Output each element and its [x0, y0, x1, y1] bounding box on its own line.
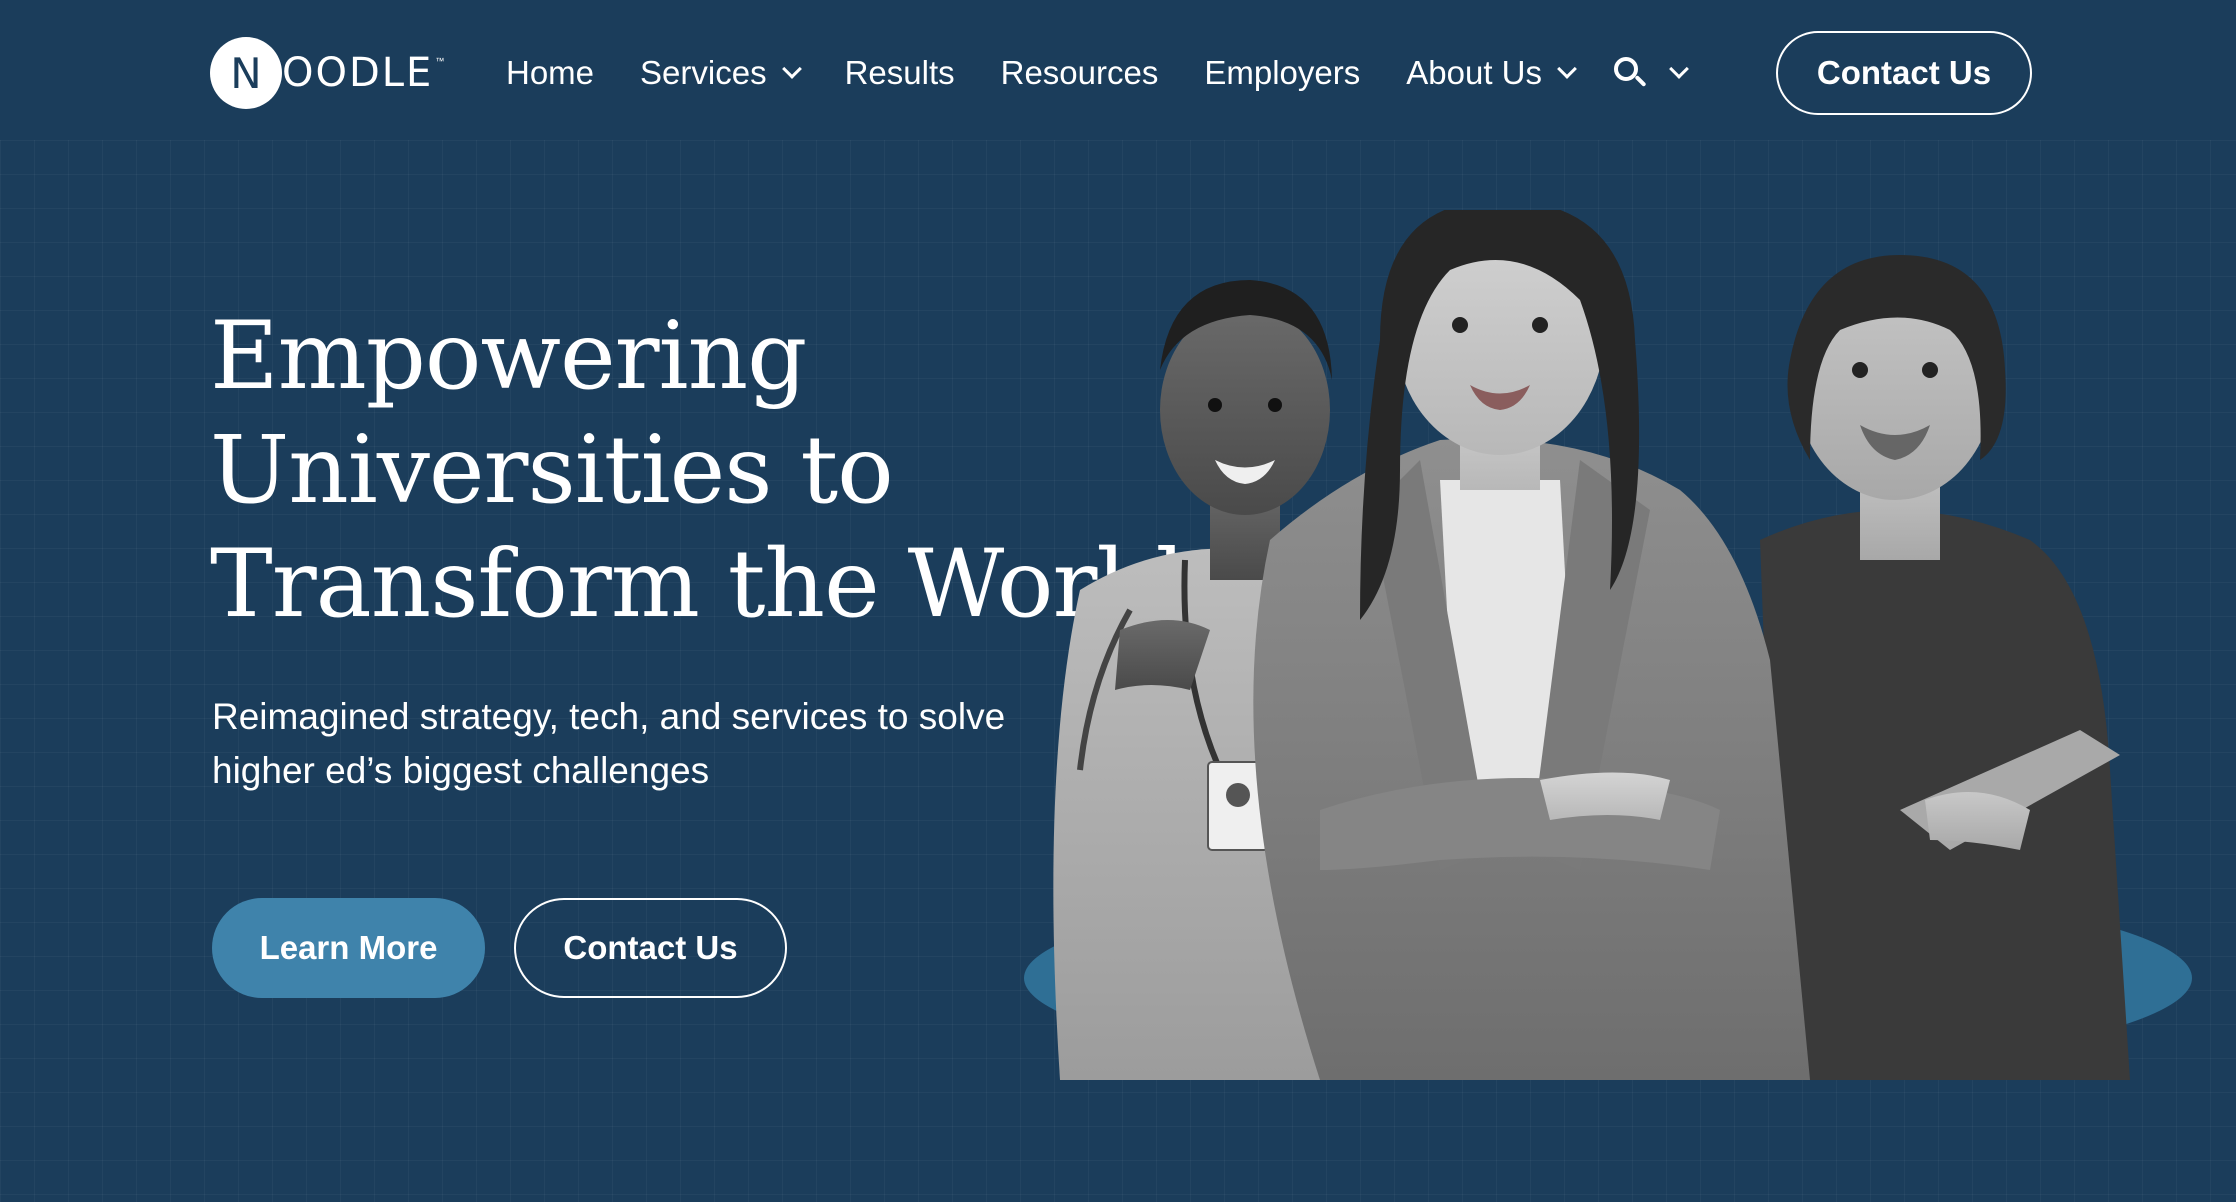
- nav-contact-us-button[interactable]: Contact Us: [1776, 31, 2032, 115]
- nav-item-label: Services: [640, 54, 767, 91]
- learn-more-button[interactable]: Learn More: [212, 898, 485, 998]
- nav-item-label: Resources: [1000, 54, 1159, 91]
- hero-subtitle-line: Reimagined strategy, tech, and services …: [212, 696, 1006, 737]
- chevron-down-icon: [781, 59, 802, 79]
- hero-subtitle-line: higher ed’s biggest challenges: [212, 750, 710, 791]
- chevron-down-icon[interactable]: [1669, 59, 1689, 79]
- logo-trademark: ™: [435, 56, 445, 66]
- search-icon[interactable]: [1612, 55, 1648, 91]
- logo-wordmark: OODLE: [282, 50, 434, 96]
- hero-title-line: Universities to: [210, 416, 894, 525]
- hero-contact-us-button[interactable]: Contact Us: [514, 898, 787, 998]
- nav-item-label: Employers: [1204, 54, 1361, 91]
- nav-item-home[interactable]: Home: [506, 54, 594, 92]
- nav-item-label: About Us: [1406, 54, 1542, 91]
- person-businesswoman: [1253, 210, 1810, 1080]
- hero-people-image: [1024, 210, 2192, 1080]
- hero-title-line: Empowering: [210, 302, 807, 411]
- chevron-down-icon: [1557, 59, 1577, 79]
- logo-circle: N: [210, 37, 282, 109]
- nav-item-label: Home: [506, 54, 595, 91]
- top-navigation: N OODLE ™ Home Services Results Resource…: [0, 0, 2236, 146]
- noodle-logo[interactable]: N OODLE ™: [210, 36, 444, 110]
- nav-item-resources[interactable]: Resources: [1001, 54, 1159, 92]
- nav-menu: Home Services Results Resources Employer…: [506, 46, 1689, 100]
- search-toggle[interactable]: [1612, 55, 1689, 91]
- nav-item-about-us[interactable]: About Us: [1406, 54, 1577, 92]
- nav-item-label: Results: [844, 54, 955, 91]
- nav-item-services[interactable]: Services: [640, 54, 802, 92]
- nav-item-results[interactable]: Results: [845, 54, 955, 92]
- hero-subtitle: Reimagined strategy, tech, and services …: [212, 690, 1072, 798]
- person-man: [1760, 255, 2130, 1080]
- nav-item-employers[interactable]: Employers: [1204, 54, 1360, 92]
